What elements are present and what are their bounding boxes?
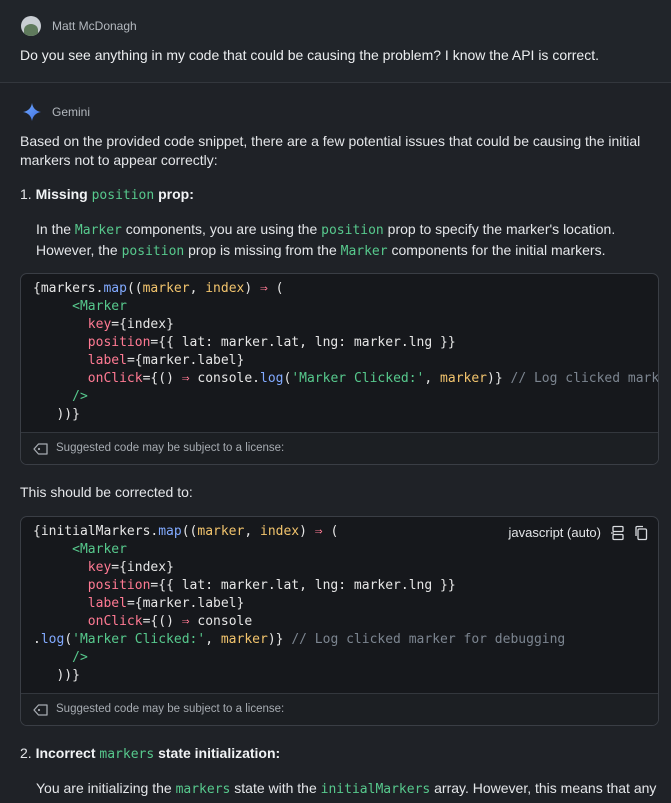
code-line: label={marker.label} (87, 596, 245, 611)
inline-code: position (91, 188, 155, 203)
response-intro: Based on the provided code snippet, ther… (20, 132, 650, 169)
code-block-1[interactable]: {markers.map((marker, index) ⇒ ( <Marker… (20, 273, 659, 465)
text: You are initializing the (36, 780, 172, 796)
language-label: javascript (auto) (508, 525, 601, 540)
item-title: Missing (35, 186, 88, 202)
text: array. However, this means that any (434, 780, 657, 796)
code-block-2[interactable]: {initialMarkers.map((marker, index) ⇒ ( … (20, 516, 659, 726)
inline-code: position (121, 243, 185, 259)
code-line: .log('Marker Clicked:', marker)} // Log … (33, 632, 566, 647)
inline-code: Marker (340, 243, 388, 259)
code-line: <Marker (72, 299, 127, 314)
tag-icon (33, 704, 48, 716)
code-line: label={marker.label} (87, 353, 245, 368)
text: In the (36, 221, 72, 237)
code-line: onClick={() ⇒ console (87, 614, 253, 629)
item-number: 1. (20, 186, 32, 202)
tag-icon (33, 443, 48, 455)
code-line: ))} (33, 407, 80, 422)
code-line: position={{ lat: marker.lat, lng: marker… (87, 578, 456, 593)
assistant-name: Gemini (52, 105, 91, 119)
code-line: {markers.map((marker, index) ⇒ ( (33, 281, 284, 296)
item-title: state initialization: (158, 745, 281, 761)
code-line: key={index} (87, 560, 174, 575)
text: components for the initial markers. (391, 241, 606, 258)
text: components, you are using the (125, 221, 318, 237)
code-content[interactable]: {initialMarkers.map((marker, index) ⇒ ( … (21, 517, 658, 685)
text: However, the (36, 241, 118, 258)
inline-code: initialMarkers (320, 782, 431, 797)
user-message-block: Matt McDonagh Do you see anything in my … (0, 0, 671, 83)
text: prop to specify the marker's location. (387, 221, 616, 237)
code-line: /> (72, 389, 88, 404)
code-line: onClick={() ⇒ console.log('Marker Clicke… (87, 371, 658, 386)
license-notice: Suggested code may be subject to a licen… (56, 703, 285, 715)
gemini-sparkle-icon (23, 103, 41, 121)
inline-code: markers (99, 747, 155, 762)
intro-line: Based on the provided code snippet, ther… (20, 133, 641, 149)
license-footer: Suggested code may be subject to a licen… (21, 693, 658, 725)
copy-icon[interactable] (634, 525, 648, 541)
item-2-body: You are initializing the markers state w… (36, 779, 666, 800)
inline-code: Marker (74, 223, 122, 238)
code-line: position={{ lat: marker.lat, lng: marker… (87, 335, 456, 350)
text: state with the (234, 780, 317, 796)
item-title: prop: (158, 186, 194, 202)
code-line: <Marker (72, 542, 127, 557)
intro-line: markers not to appear correctly: (20, 151, 218, 168)
license-footer: Suggested code may be subject to a licen… (21, 432, 658, 464)
user-message-text: Do you see anything in my code that coul… (20, 47, 599, 63)
item-title: Incorrect (35, 745, 96, 761)
code-content[interactable]: {markers.map((marker, index) ⇒ ( <Marker… (21, 274, 658, 424)
user-avatar (21, 16, 41, 36)
item-2-heading: 2. Incorrect markers state initializatio… (20, 744, 650, 765)
license-notice: Suggested code may be subject to a licen… (56, 442, 285, 454)
wrap-toggle-icon[interactable] (611, 525, 625, 541)
text: prop is missing from the (188, 241, 337, 258)
item-1-body: In the Marker components, you are using … (36, 220, 656, 261)
user-name: Matt McDonagh (52, 19, 137, 33)
code-line: key={index} (87, 317, 174, 332)
corrected-text: This should be corrected to: (20, 484, 193, 500)
code-line: ))} (33, 668, 80, 683)
item-1-heading: 1. Missing position prop: (20, 185, 650, 206)
inline-code: markers (175, 782, 231, 797)
code-line: /> (72, 650, 88, 665)
item-number: 2. (20, 745, 32, 761)
inline-code: position (321, 223, 384, 238)
